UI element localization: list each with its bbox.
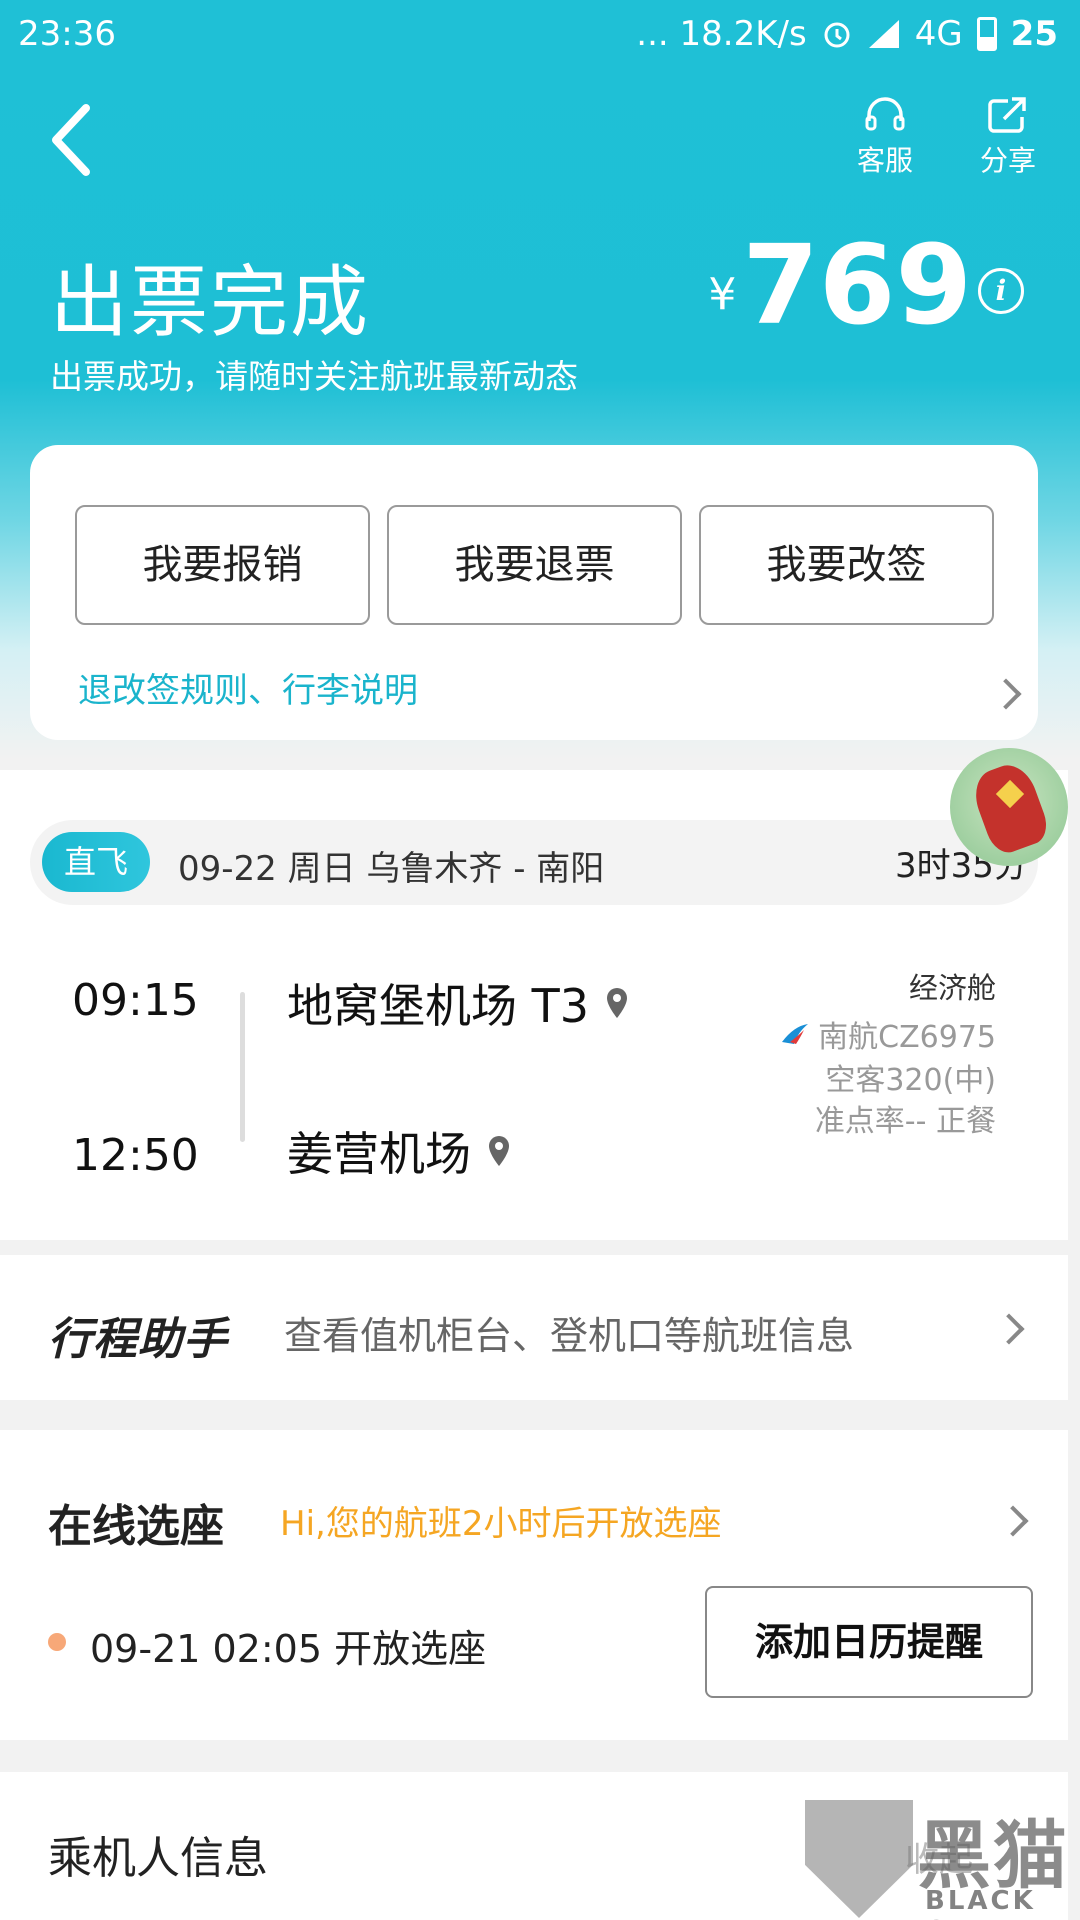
- price-amount: 769: [742, 221, 972, 349]
- chevron-right-icon[interactable]: [997, 1505, 1029, 1537]
- trip-assistant-desc: 查看值机柜台、登机口等航班信息: [284, 1314, 855, 1358]
- seat-selection-title[interactable]: 在线选座: [48, 1490, 224, 1554]
- chevron-right-icon[interactable]: [990, 678, 1022, 710]
- aircraft-type: 空客320(中): [825, 1063, 996, 1098]
- passenger-info-title: 乘机人信息: [48, 1833, 268, 1884]
- status-time: 23:36: [18, 14, 116, 54]
- page-title: 出票完成: [50, 258, 371, 348]
- currency-symbol: ¥: [708, 269, 737, 320]
- cabin-class: 经济舱: [908, 971, 996, 1005]
- arrival-airport-name: 姜营机场: [287, 1127, 471, 1181]
- info-icon[interactable]: i: [978, 268, 1024, 314]
- direct-flight-badge: 直飞: [42, 832, 150, 892]
- trip-assistant-row[interactable]: 行程助手 查看值机柜台、登机口等航班信息: [0, 1255, 1068, 1400]
- departure-airport[interactable]: 地窝堡机场 T3: [287, 970, 629, 1036]
- passenger-info-section: 乘机人信息 收起: [0, 1772, 1068, 1920]
- flight-summary-bar: 直飞 09-22 周日 乌鲁木齐 - 南阳 3时35分: [30, 820, 1038, 905]
- rules-link[interactable]: 退改签规则、行李说明: [78, 663, 418, 712]
- arrival-airport[interactable]: 姜营机场: [287, 1118, 511, 1184]
- flight-info-section: 直飞 09-22 周日 乌鲁木齐 - 南阳 3时35分 09:15 12:50 …: [0, 770, 1068, 1240]
- chevron-right-icon: [993, 1313, 1025, 1345]
- headset-icon: [865, 97, 905, 131]
- battery-icon: [976, 17, 997, 51]
- floating-avatar[interactable]: [950, 748, 1068, 866]
- flight-number: 南航CZ6975: [780, 1012, 996, 1056]
- signal-icon: [868, 20, 899, 48]
- network-type: 4G: [914, 14, 963, 54]
- location-pin-icon: [607, 988, 627, 1018]
- add-calendar-reminder-button[interactable]: 添加日历提醒: [705, 1586, 1033, 1698]
- customer-service-label: 客服: [856, 144, 913, 177]
- location-pin-icon: [489, 1136, 509, 1166]
- flight-date-route: 09-22 周日 乌鲁木齐 - 南阳: [178, 849, 605, 889]
- departure-time: 09:15: [72, 975, 199, 1026]
- timeline-divider: [240, 992, 245, 1142]
- ticket-actions-card: 我要报销 我要退票 我要改签 退改签规则、行李说明: [30, 445, 1038, 740]
- share-label: 分享: [979, 144, 1036, 177]
- trip-assistant-logo: 行程助手: [48, 1314, 228, 1365]
- china-southern-logo-icon: [782, 1024, 809, 1044]
- status-dot: [48, 1633, 66, 1651]
- net-speed: ... 18.2K/s: [636, 14, 807, 54]
- price: ¥ 769: [708, 230, 972, 340]
- share-button[interactable]: 分享: [958, 95, 1058, 179]
- seat-selection-section: 在线选座 Hi,您的航班2小时后开放选座 09-21 02:05 开放选座 添加…: [0, 1430, 1068, 1740]
- alarm-icon: [824, 22, 850, 48]
- refund-button[interactable]: 我要退票: [387, 505, 682, 625]
- share-icon: [988, 97, 1026, 133]
- arrival-time: 12:50: [72, 1130, 199, 1181]
- status-bar: 23:36 ... 18.2K/s 4G 25: [0, 14, 1080, 64]
- ontime-meal-info: 准点率-- 正餐: [814, 1104, 996, 1139]
- seat-selection-hint[interactable]: Hi,您的航班2小时后开放选座: [280, 1496, 721, 1545]
- change-ticket-button[interactable]: 我要改签: [699, 505, 994, 625]
- customer-service-button[interactable]: 客服: [835, 95, 935, 179]
- page-subtitle: 出票成功，请随时关注航班最新动态: [50, 357, 578, 396]
- back-arrow-icon[interactable]: [44, 100, 104, 180]
- reimburse-button[interactable]: 我要报销: [75, 505, 370, 625]
- battery-level: 25: [1010, 14, 1058, 54]
- seat-open-time: 09-21 02:05 开放选座: [90, 1627, 487, 1671]
- flight-number-text: 南航CZ6975: [818, 1020, 996, 1055]
- collapse-toggle[interactable]: 收起: [905, 1832, 973, 1881]
- departure-airport-name: 地窝堡机场 T3: [287, 979, 589, 1033]
